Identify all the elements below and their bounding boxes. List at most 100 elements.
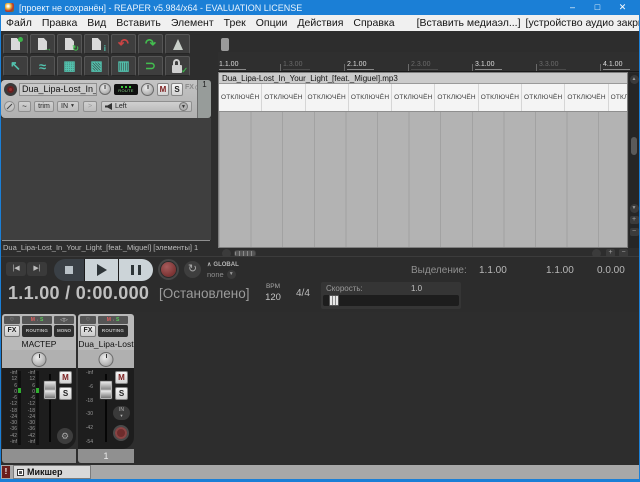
close-button[interactable]: ✕ [610, 0, 635, 15]
heart-icon: ♡ [10, 317, 14, 323]
master-fader-thumb[interactable] [43, 380, 57, 400]
scale-value: -42 [4, 434, 17, 439]
heart-icon: ♡ [86, 317, 90, 323]
master-fx-button[interactable]: FX [4, 325, 20, 337]
splitter-handle[interactable] [221, 38, 229, 51]
ripple-button[interactable]: ▥ [111, 56, 136, 76]
gear-icon[interactable]: ⚙ [57, 428, 73, 444]
track-fader-thumb[interactable] [99, 380, 113, 400]
minimize-button[interactable]: – [560, 0, 585, 15]
alert-indicator[interactable]: ! [2, 466, 10, 478]
track-panel-empty-area[interactable] [1, 118, 211, 240]
monitor-button[interactable]: > [83, 101, 97, 112]
menu-item-0[interactable]: Файл [1, 17, 37, 29]
scale-value: -inf [80, 371, 93, 376]
play-button[interactable] [85, 259, 119, 281]
master-routing-button[interactable]: ROUTING [22, 325, 52, 337]
playrate-value[interactable]: 1.0 [411, 284, 422, 293]
zoom-out-vertical-button[interactable]: − [630, 228, 639, 236]
vertical-scroll-thumb[interactable] [631, 137, 637, 155]
scroll-down-button[interactable]: ▼ [630, 204, 639, 213]
timeline-ruler[interactable]: 1.1.000:00.001.3.000:01.002.1.000:02.002… [218, 52, 640, 72]
auto-crossfade-button[interactable]: ⊃ [138, 56, 163, 76]
master-mute-button[interactable]: M [59, 371, 72, 384]
record-arm-button[interactable] [4, 83, 17, 96]
bpm-value[interactable]: 120 [255, 292, 291, 303]
route-button[interactable]: ROUTE [114, 84, 138, 95]
track-routing-button[interactable]: ROUTING [98, 325, 128, 337]
track-pan-knob[interactable] [141, 83, 154, 96]
playrate-slider-thumb[interactable] [329, 295, 339, 306]
input-select-button[interactable]: IN▼ [57, 101, 79, 112]
track-name-field[interactable]: Dua_Lipa-Lost_In_You [19, 83, 97, 96]
bpm-control[interactable]: BPM 120 [255, 283, 291, 303]
undo-button[interactable]: ↶ [111, 34, 136, 54]
crossfade-button[interactable]: ≈ [30, 56, 55, 76]
chevron-down-icon: ▼ [70, 102, 75, 111]
route-label: ROUTE [114, 88, 138, 93]
lock-button[interactable]: ✓ [165, 56, 190, 76]
track-fx-button[interactable]: FX [80, 325, 96, 337]
new-project-button[interactable] [3, 34, 28, 54]
fx-enable-indicator[interactable]: ♡ [80, 316, 96, 324]
track-mute-button[interactable]: M [115, 371, 128, 384]
time-signature-field[interactable]: 4/4 [296, 288, 310, 299]
tab-mixer[interactable]: Микшер [13, 465, 91, 479]
audio-device-status[interactable]: [устройство аудио закрыто] [526, 17, 640, 29]
media-item[interactable]: Dua_Lipa-Lost_In_Your_Light_[feat._Migue… [218, 72, 628, 248]
selection-length-field[interactable]: 0.0.00 [597, 265, 625, 276]
track-record-arm-button[interactable] [113, 425, 129, 441]
pause-button[interactable] [119, 259, 153, 281]
edit-cursor-button[interactable]: ↖ [3, 56, 28, 76]
stop-button[interactable] [54, 259, 85, 281]
marquee-button[interactable]: ▧ [84, 56, 109, 76]
track-solo-button[interactable]: S [171, 83, 183, 96]
menu-item-7[interactable]: Действия [292, 17, 348, 29]
save-project-button[interactable]: ↻ [57, 34, 82, 54]
go-to-start-button[interactable]: |◀ [6, 262, 26, 276]
repeat-button[interactable]: ↻ [184, 261, 201, 278]
menu-item-2[interactable]: Вид [82, 17, 111, 29]
menu-item-4[interactable]: Элемент [166, 17, 219, 29]
track-solo-button[interactable]: S [115, 387, 128, 400]
fx-enable-indicator[interactable]: ♡ [4, 316, 20, 324]
project-settings-button[interactable]: i [84, 34, 109, 54]
led-dot-icon: ▪ [37, 318, 38, 322]
redo-button[interactable]: ↷ [138, 34, 163, 54]
menu-item-9[interactable]: [Вставить медиаэл...] [412, 17, 526, 29]
selection-start-field[interactable]: 1.1.00 [479, 265, 507, 276]
scale-value: -36 [4, 427, 17, 432]
zoom-in-vertical-button[interactable]: + [630, 216, 639, 224]
master-pan-knob[interactable] [32, 352, 47, 367]
metronome-icon [166, 35, 189, 53]
track-volume-knob[interactable] [99, 83, 111, 95]
master-strip-name[interactable]: МАСТЕР [2, 338, 76, 350]
track-input-button[interactable]: IN▼ [113, 406, 130, 420]
menu-item-5[interactable]: Трек [219, 17, 251, 29]
open-project-button[interactable]: → [30, 34, 55, 54]
selection-end-field[interactable]: 1.1.00 [546, 265, 574, 276]
master-solo-button[interactable]: S [59, 387, 72, 400]
scroll-up-button[interactable]: ▲ [630, 75, 639, 84]
maximize-button[interactable]: □ [585, 0, 610, 15]
go-to-end-button[interactable]: ▶| [27, 262, 47, 276]
record-button[interactable] [158, 259, 179, 280]
master-mono-button[interactable]: MONO [54, 325, 74, 337]
track-strip-name[interactable]: Dua_Lipa-Lost [78, 338, 134, 350]
scale-value: -54 [80, 440, 93, 445]
menu-item-8[interactable]: Справка [348, 17, 399, 29]
grid-settings-button[interactable]: ▦ [57, 56, 82, 76]
trim-envelope-button[interactable]: trim [34, 101, 54, 112]
playrate-slider[interactable] [323, 295, 459, 306]
vertical-scrollbar[interactable]: ▲ ▼ + − [629, 73, 639, 248]
envelope-button[interactable]: ~ [18, 101, 31, 112]
channel-select-button[interactable]: Left ▼ [101, 101, 192, 112]
menu-item-1[interactable]: Правка [37, 17, 82, 29]
automation-override[interactable]: ∧GLOBAL none▼ [207, 261, 239, 279]
metronome-button[interactable] [165, 34, 190, 54]
track-mute-button[interactable]: M [157, 83, 169, 96]
track-pan-knob[interactable] [99, 352, 114, 367]
menu-item-3[interactable]: Вставить [111, 17, 166, 29]
phase-button[interactable] [4, 101, 15, 112]
menu-item-6[interactable]: Опции [251, 17, 293, 29]
